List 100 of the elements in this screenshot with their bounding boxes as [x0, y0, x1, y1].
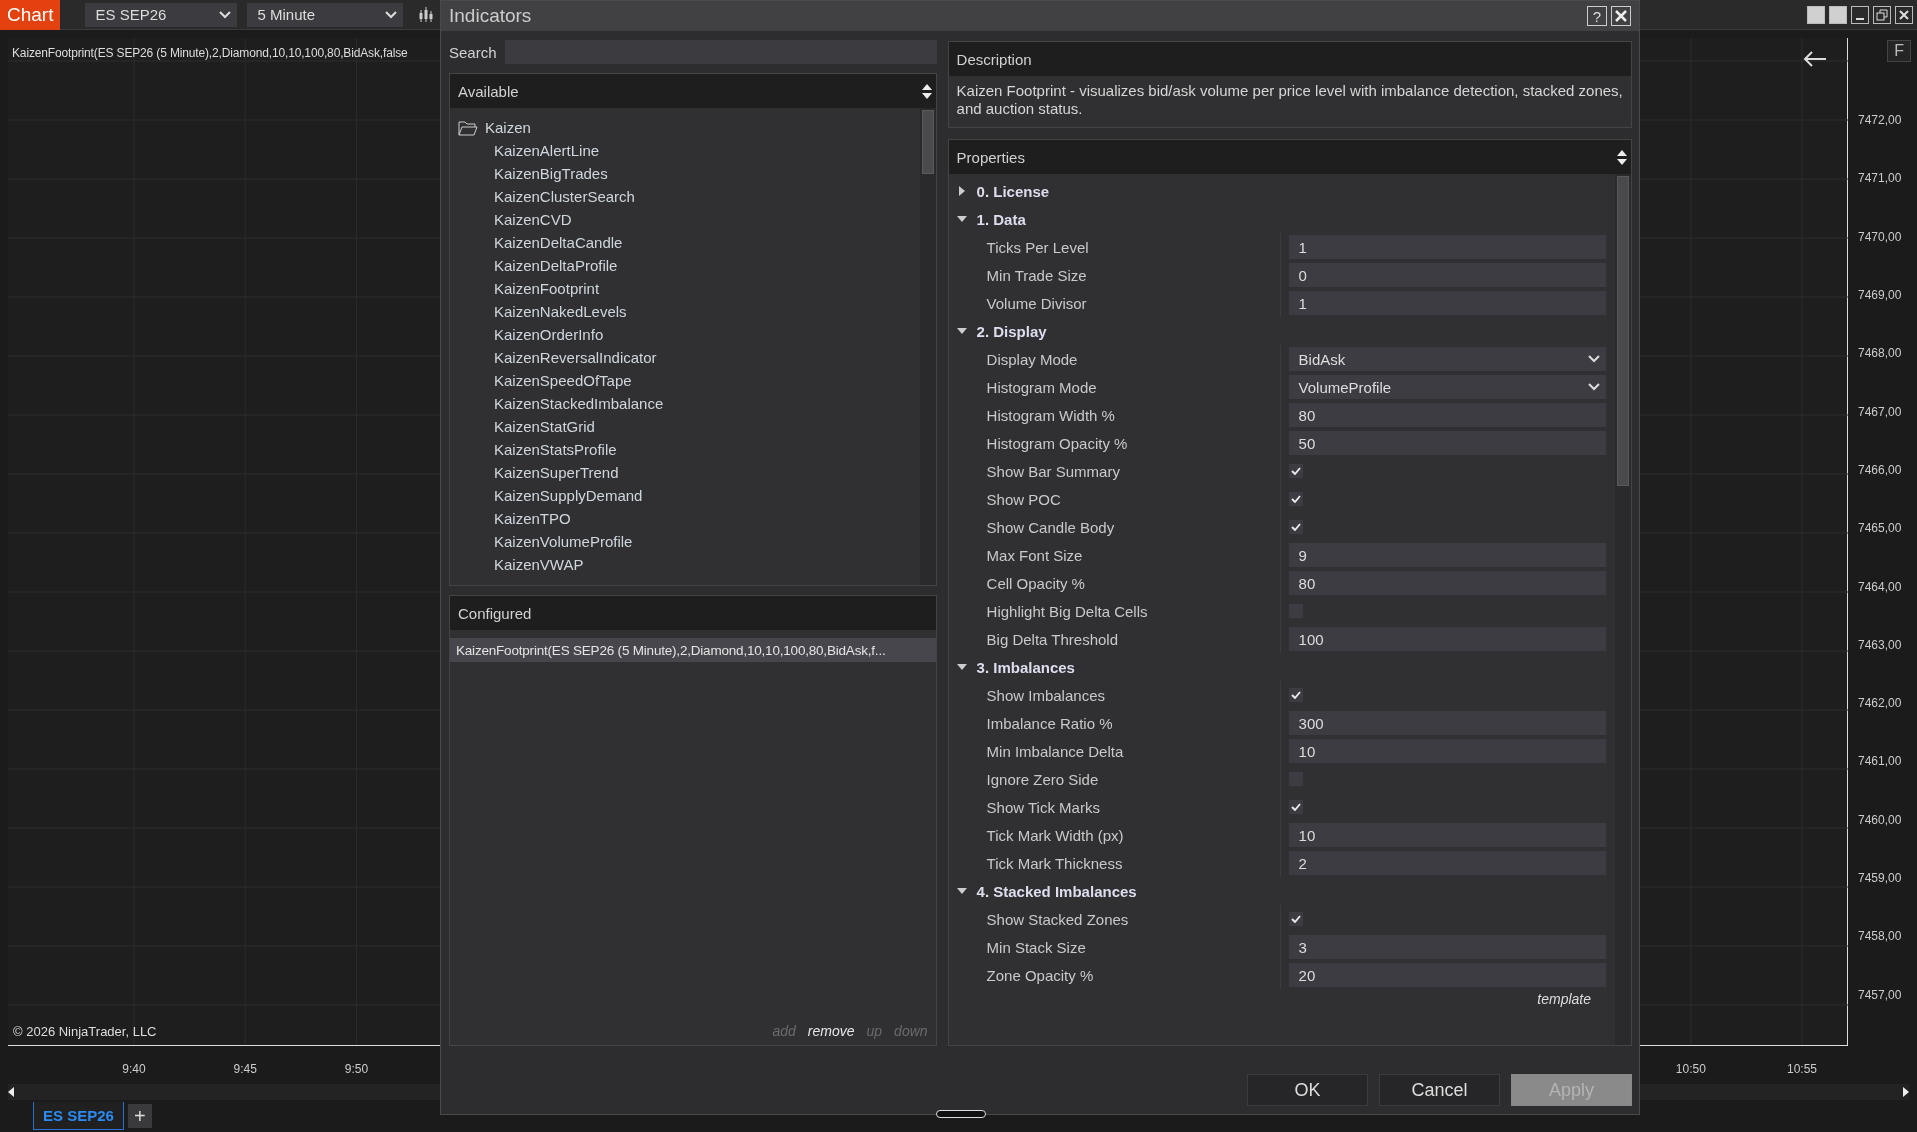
app-label[interactable]: Chart: [0, 0, 61, 30]
property-label: Min Trade Size: [956, 261, 1281, 289]
checkbox[interactable]: [1288, 520, 1303, 534]
category-label[interactable]: 4. Stacked Imbalances: [976, 882, 1137, 900]
minimize-icon[interactable]: [1851, 5, 1869, 24]
property-label: Zone Opacity %: [956, 961, 1281, 989]
help-button[interactable]: ?: [1587, 6, 1607, 26]
indicator-item[interactable]: KaizenVWAP: [494, 556, 584, 573]
indicator-item[interactable]: KaizenStatGrid: [494, 418, 595, 435]
price-label: 7462,00: [1857, 696, 1903, 713]
scroll-down-icon[interactable]: [1617, 158, 1627, 165]
window-button[interactable]: [1829, 5, 1847, 24]
checkbox[interactable]: [1288, 912, 1303, 926]
value-field[interactable]: 3: [1288, 935, 1606, 959]
dialog-button[interactable]: OK: [1247, 1074, 1368, 1106]
value-field[interactable]: 1: [1288, 291, 1606, 315]
value-field[interactable]: 20: [1288, 963, 1606, 987]
f-button[interactable]: F: [1887, 40, 1911, 62]
expanded-arrow-icon[interactable]: [956, 214, 967, 224]
checkbox[interactable]: [1288, 464, 1303, 478]
value-field[interactable]: 10: [1288, 823, 1606, 847]
indicator-item[interactable]: KaizenVolumeProfile: [494, 533, 633, 550]
dropdown-value: BidAsk: [1298, 350, 1346, 368]
property-label: Volume Divisor: [956, 289, 1281, 317]
price-label: 7466,00: [1857, 462, 1903, 479]
indicator-item[interactable]: KaizenTPO: [494, 510, 571, 527]
panel-title: Description: [956, 50, 1032, 68]
value-field[interactable]: 2: [1288, 851, 1606, 875]
instrument-dropdown[interactable]: ES SEP26: [85, 2, 238, 27]
indicator-item[interactable]: KaizenAlertLine: [494, 142, 600, 159]
category-label[interactable]: 3. Imbalances: [976, 658, 1075, 676]
back-arrow-icon[interactable]: [1803, 50, 1827, 68]
window-button[interactable]: [1807, 5, 1825, 24]
property-label: Show Tick Marks: [956, 793, 1281, 821]
category-label[interactable]: 2. Display: [976, 322, 1047, 340]
indicator-item[interactable]: KaizenSuperTrend: [494, 464, 619, 481]
interval-dropdown[interactable]: 5 Minute: [247, 2, 404, 27]
action-link[interactable]: remove: [807, 1023, 855, 1039]
scroll-up-icon[interactable]: [1617, 149, 1627, 156]
value-field[interactable]: 50: [1288, 431, 1606, 455]
indicator-item[interactable]: KaizenNakedLevels: [494, 303, 627, 320]
configured-item[interactable]: KaizenFootprint(ES SEP26 (5 Minute),2,Diamond,10,10,100,80,BidAsk,f...: [450, 638, 936, 662]
restore-icon[interactable]: [1873, 5, 1891, 24]
indicator-item[interactable]: KaizenSupplyDemand: [494, 487, 643, 504]
template-link[interactable]: template: [1537, 989, 1615, 1013]
expanded-arrow-icon[interactable]: [956, 326, 967, 336]
folder-label[interactable]: Kaizen: [485, 119, 531, 136]
value-field[interactable]: 80: [1288, 403, 1606, 427]
indicator-item[interactable]: KaizenClusterSearch: [494, 188, 635, 205]
add-tab-button[interactable]: +: [127, 1104, 152, 1128]
scroll-right-icon[interactable]: [1901, 1087, 1909, 1097]
indicator-item[interactable]: KaizenBigTrades: [494, 165, 608, 182]
indicator-item[interactable]: KaizenOrderInfo: [494, 326, 604, 343]
time-label: 10:50: [1675, 1062, 1706, 1076]
expanded-arrow-icon[interactable]: [956, 886, 967, 896]
checkbox[interactable]: [1288, 492, 1303, 506]
indicator-item[interactable]: KaizenCVD: [494, 211, 572, 228]
value-field[interactable]: 1: [1288, 235, 1606, 259]
property-label: Display Mode: [956, 345, 1281, 373]
value-field[interactable]: 300: [1288, 711, 1606, 735]
price-label: 7461,00: [1857, 754, 1903, 771]
indicator-item[interactable]: KaizenReversalIndicator: [494, 349, 657, 366]
indicator-item[interactable]: KaizenFootprint: [494, 280, 600, 297]
price-label: 7459,00: [1857, 871, 1903, 888]
price-label: 7460,00: [1857, 812, 1903, 829]
resize-handle[interactable]: [936, 1110, 986, 1118]
indicator-item[interactable]: KaizenSpeedOfTape: [494, 372, 632, 389]
candlestick-icon[interactable]: [419, 5, 436, 24]
indicator-item[interactable]: KaizenStatsProfile: [494, 441, 617, 458]
value-field[interactable]: 10: [1288, 739, 1606, 763]
scroll-left-icon[interactable]: [8, 1087, 16, 1097]
checkbox[interactable]: [1288, 800, 1303, 814]
collapsed-arrow-icon[interactable]: [956, 186, 967, 196]
scroll-down-icon[interactable]: [921, 92, 932, 99]
value-field[interactable]: 9: [1288, 543, 1606, 567]
category-label[interactable]: 0. License: [976, 182, 1050, 200]
chart-tab[interactable]: ES SEP26: [33, 1102, 124, 1130]
price-label: 7458,00: [1857, 929, 1903, 946]
close-icon[interactable]: [1611, 6, 1631, 26]
checkbox[interactable]: [1288, 688, 1303, 702]
expanded-arrow-icon[interactable]: [956, 662, 967, 672]
value-field[interactable]: 0: [1288, 263, 1606, 287]
scrollbar[interactable]: [919, 108, 936, 585]
indicator-item[interactable]: KaizenDeltaCandle: [494, 234, 623, 251]
category-label[interactable]: 1. Data: [976, 210, 1026, 228]
folder-icon[interactable]: [458, 119, 478, 136]
value-dropdown[interactable]: VolumeProfile: [1288, 375, 1606, 399]
price-label: 7469,00: [1857, 287, 1903, 304]
value-field[interactable]: 80: [1288, 571, 1606, 595]
search-label: Search: [449, 43, 497, 61]
value-dropdown[interactable]: BidAsk: [1288, 347, 1606, 371]
indicator-item[interactable]: KaizenStackedImbalance: [494, 395, 664, 412]
property-label: Ticks Per Level: [956, 233, 1281, 261]
close-icon[interactable]: [1895, 5, 1913, 24]
scroll-up-icon[interactable]: [921, 83, 932, 90]
indicator-item[interactable]: KaizenDeltaProfile: [494, 257, 618, 274]
dialog-button[interactable]: Cancel: [1379, 1074, 1500, 1106]
property-label: Tick Mark Thickness: [956, 849, 1281, 877]
value-field[interactable]: 100: [1288, 627, 1606, 651]
scrollbar[interactable]: [1615, 174, 1631, 1045]
